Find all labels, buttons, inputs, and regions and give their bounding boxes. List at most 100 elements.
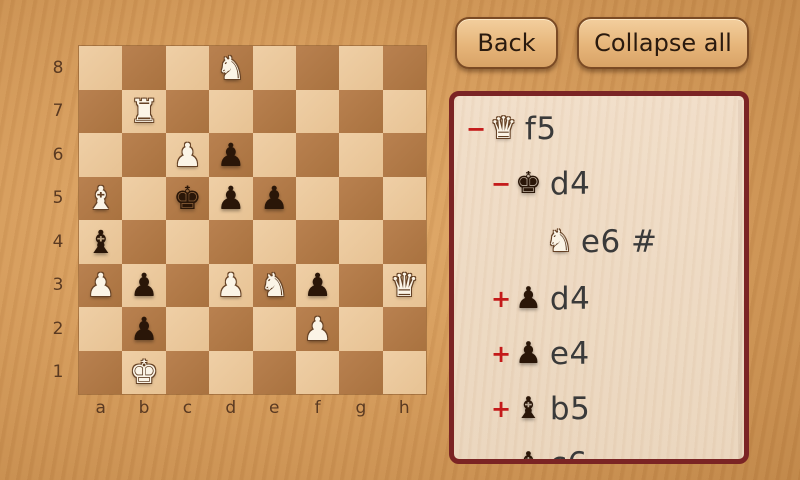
square-c7[interactable] xyxy=(165,89,210,133)
black-bishop-icon[interactable]: ♝ xyxy=(86,226,115,258)
square-d8[interactable]: ♞ xyxy=(209,46,253,90)
square-a6[interactable] xyxy=(79,133,123,177)
square-h1[interactable] xyxy=(382,350,426,394)
square-c6[interactable]: ♟ xyxy=(165,133,210,177)
square-g2[interactable] xyxy=(339,307,383,351)
square-f5[interactable] xyxy=(295,176,340,220)
black-pawn-icon[interactable]: ♟ xyxy=(216,182,245,214)
square-c2[interactable] xyxy=(165,307,210,351)
black-pawn-icon[interactable]: ♟ xyxy=(130,269,159,301)
square-b4[interactable] xyxy=(122,220,166,264)
square-b2[interactable]: ♟ xyxy=(122,307,166,351)
move-tree-row[interactable]: + ♝ b5 xyxy=(491,384,590,434)
square-h8[interactable] xyxy=(382,46,426,90)
square-a4[interactable]: ♝ xyxy=(79,220,123,264)
square-e4[interactable] xyxy=(252,220,296,264)
move-tree-row[interactable]: − ♛ f5 xyxy=(466,104,557,154)
square-c1[interactable] xyxy=(165,350,210,394)
square-f4[interactable] xyxy=(295,220,340,264)
square-f3[interactable]: ♟ xyxy=(295,263,340,307)
square-h7[interactable] xyxy=(382,89,426,133)
square-e5[interactable]: ♟ xyxy=(252,176,296,220)
back-button[interactable]: Back xyxy=(455,17,558,69)
square-d6[interactable]: ♟ xyxy=(209,133,253,177)
move-tree-row[interactable]: − ♝ c6 xyxy=(491,439,588,459)
white-rook-icon[interactable]: ♜ xyxy=(130,95,159,127)
square-f2[interactable]: ♟ xyxy=(295,307,340,351)
square-b8[interactable] xyxy=(122,46,166,90)
square-a5[interactable]: ♝ xyxy=(79,176,123,220)
square-e2[interactable] xyxy=(252,307,296,351)
square-b6[interactable] xyxy=(122,133,166,177)
white-pawn-icon[interactable]: ♟ xyxy=(303,313,332,345)
square-b7[interactable]: ♜ xyxy=(122,89,166,133)
black-pawn-icon[interactable]: ♟ xyxy=(216,139,245,171)
square-a3[interactable]: ♟ xyxy=(79,263,123,307)
square-c5[interactable]: ♚ xyxy=(165,176,210,220)
square-g4[interactable] xyxy=(339,220,383,264)
square-g6[interactable] xyxy=(339,133,383,177)
expand-icon[interactable]: + xyxy=(491,397,511,421)
black-king-icon[interactable]: ♚ xyxy=(173,182,202,214)
square-h3[interactable]: ♛ xyxy=(382,263,426,307)
square-h4[interactable] xyxy=(382,220,426,264)
square-d3[interactable]: ♟ xyxy=(209,263,253,307)
scrollbar[interactable] xyxy=(738,100,742,459)
collapse-icon[interactable]: − xyxy=(491,452,511,459)
white-queen-icon[interactable]: ♛ xyxy=(390,269,419,301)
square-e6[interactable] xyxy=(252,133,296,177)
move-tree-row[interactable]: + ♟ e4 xyxy=(491,329,590,379)
square-f6[interactable] xyxy=(295,133,340,177)
square-e1[interactable] xyxy=(252,350,296,394)
square-d5[interactable]: ♟ xyxy=(209,176,253,220)
square-e8[interactable] xyxy=(252,46,296,90)
white-knight-icon[interactable]: ♞ xyxy=(216,52,245,84)
square-b5[interactable] xyxy=(122,176,166,220)
square-e3[interactable]: ♞ xyxy=(252,263,296,307)
white-pawn-icon[interactable]: ♟ xyxy=(173,139,202,171)
square-h2[interactable] xyxy=(382,307,426,351)
white-bishop-icon[interactable]: ♝ xyxy=(86,182,115,214)
square-g5[interactable] xyxy=(339,176,383,220)
square-d7[interactable] xyxy=(209,89,253,133)
square-f8[interactable] xyxy=(295,46,340,90)
square-g1[interactable] xyxy=(339,350,383,394)
chess-board[interactable]: ♞ ♜ ♟ ♟ ♝ ♚ ♟ ♟ ♝ ♟ ♟ ♟ ♞ ♟ ♛ ♟ ♟ ♚ xyxy=(79,46,426,394)
expand-icon[interactable]: + xyxy=(491,342,511,366)
move-tree-row[interactable]: + ♟ d4 xyxy=(491,274,590,324)
square-a8[interactable] xyxy=(79,46,123,90)
move-tree-panel[interactable]: − ♛ f5− ♚ d4 ♞ e6 # + ♟ d4 + ♟ e4 + ♝ b5 − ♝ c6 xyxy=(449,91,749,464)
square-g7[interactable] xyxy=(339,89,383,133)
square-d1[interactable] xyxy=(209,350,253,394)
square-f7[interactable] xyxy=(295,89,340,133)
square-a7[interactable] xyxy=(79,89,123,133)
square-c8[interactable] xyxy=(165,46,210,90)
white-knight-icon[interactable]: ♞ xyxy=(260,269,289,301)
square-c3[interactable] xyxy=(165,263,210,307)
collapse-icon[interactable]: − xyxy=(466,117,486,141)
square-h6[interactable] xyxy=(382,133,426,177)
collapse-all-button[interactable]: Collapse all xyxy=(577,17,749,69)
white-pawn-icon[interactable]: ♟ xyxy=(216,269,245,301)
black-pawn-icon[interactable]: ♟ xyxy=(130,313,159,345)
collapse-icon[interactable]: − xyxy=(491,172,511,196)
move-tree-row[interactable]: − ♚ d4 xyxy=(491,159,590,209)
move-tree-row[interactable]: ♞ e6 # xyxy=(522,217,658,267)
square-a1[interactable] xyxy=(79,350,123,394)
square-a2[interactable] xyxy=(79,307,123,351)
square-d2[interactable] xyxy=(209,307,253,351)
expand-icon[interactable]: + xyxy=(491,287,511,311)
black-pawn-icon[interactable]: ♟ xyxy=(260,182,289,214)
square-e7[interactable] xyxy=(252,89,296,133)
black-pawn-icon[interactable]: ♟ xyxy=(303,269,332,301)
square-h5[interactable] xyxy=(382,176,426,220)
white-pawn-icon[interactable]: ♟ xyxy=(86,269,115,301)
square-b3[interactable]: ♟ xyxy=(122,263,166,307)
square-d4[interactable] xyxy=(209,220,253,264)
square-f1[interactable] xyxy=(295,350,340,394)
square-c4[interactable] xyxy=(165,220,210,264)
square-b1[interactable]: ♚ xyxy=(122,350,166,394)
square-g3[interactable] xyxy=(339,263,383,307)
white-king-icon[interactable]: ♚ xyxy=(130,356,159,388)
square-g8[interactable] xyxy=(339,46,383,90)
